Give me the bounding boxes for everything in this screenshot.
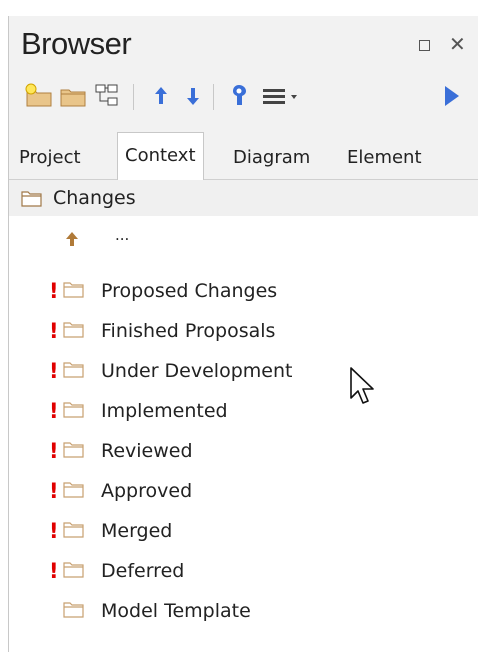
folder-icon bbox=[63, 402, 84, 418]
mouse-cursor-icon bbox=[350, 367, 374, 404]
tree-item[interactable]: ! Approved bbox=[9, 476, 478, 506]
flag-icon: ! bbox=[49, 439, 59, 463]
flag-icon: ! bbox=[49, 279, 59, 303]
flag-icon: ! bbox=[49, 359, 59, 383]
flag-icon: ! bbox=[49, 519, 59, 543]
structure-icon[interactable] bbox=[93, 82, 121, 110]
folder-icon bbox=[63, 562, 84, 578]
panel-title: Browser bbox=[21, 26, 132, 61]
folder-icon bbox=[63, 282, 84, 298]
title-bar: Browser ✕ bbox=[9, 16, 478, 74]
tree-item[interactable]: ! Deferred bbox=[9, 556, 478, 586]
tree-item-label: Proposed Changes bbox=[101, 280, 278, 302]
tree-item-label: Approved bbox=[101, 480, 193, 502]
folder-icon bbox=[63, 522, 84, 538]
folder-icon bbox=[21, 191, 42, 207]
move-down-icon[interactable] bbox=[179, 82, 207, 110]
move-up-icon[interactable] bbox=[147, 82, 175, 110]
folder-icon[interactable] bbox=[59, 82, 87, 110]
tab-project[interactable]: Project bbox=[19, 136, 81, 180]
toolbar-separator bbox=[213, 84, 214, 110]
tree-root-label: Changes bbox=[53, 187, 136, 209]
tree-parent-link[interactable]: ... bbox=[9, 224, 478, 254]
tree-item[interactable]: ! Proposed Changes bbox=[9, 276, 478, 306]
up-arrow-icon bbox=[66, 232, 78, 246]
new-package-icon[interactable] bbox=[25, 82, 53, 110]
tree-item-label: Model Template bbox=[101, 600, 251, 622]
folder-icon bbox=[63, 602, 84, 618]
play-icon[interactable] bbox=[437, 82, 465, 110]
tab-context[interactable]: Context bbox=[117, 132, 204, 181]
tab-element[interactable]: Element bbox=[347, 136, 422, 180]
tree-root-row[interactable]: Changes bbox=[9, 180, 478, 216]
folder-icon bbox=[63, 482, 84, 498]
tree-item[interactable]: ! Finished Proposals bbox=[9, 316, 478, 346]
tree-item-label: Deferred bbox=[101, 560, 185, 582]
tree-item[interactable]: Model Template bbox=[9, 596, 478, 626]
menu-icon[interactable] bbox=[261, 82, 301, 110]
folder-icon bbox=[63, 442, 84, 458]
folder-icon bbox=[63, 362, 84, 378]
folder-icon bbox=[63, 322, 84, 338]
tree-item-label: Merged bbox=[101, 520, 173, 542]
flag-icon: ! bbox=[49, 319, 59, 343]
tab-diagram[interactable]: Diagram bbox=[233, 136, 310, 180]
tree-item[interactable]: ! Reviewed bbox=[9, 436, 478, 466]
locate-icon[interactable] bbox=[225, 82, 253, 110]
tree-item[interactable]: ! Merged bbox=[9, 516, 478, 546]
restore-icon[interactable] bbox=[419, 40, 430, 51]
browser-panel: Browser ✕ Project Context Diagram Elemen… bbox=[8, 16, 478, 652]
close-icon[interactable]: ✕ bbox=[449, 34, 466, 54]
flag-icon: ! bbox=[49, 479, 59, 503]
tree-item[interactable]: ! Implemented bbox=[9, 396, 478, 426]
tab-bar: Project Context Diagram Element bbox=[9, 120, 478, 181]
toolbar bbox=[9, 74, 478, 120]
tree-item[interactable]: ! Under Development bbox=[9, 356, 478, 386]
tree-item-label: Under Development bbox=[101, 360, 293, 382]
tree-item-label: Implemented bbox=[101, 400, 228, 422]
toolbar-separator bbox=[133, 84, 134, 110]
flag-icon: ! bbox=[49, 399, 59, 423]
flag-icon: ! bbox=[49, 559, 59, 583]
tree-item-label: Reviewed bbox=[101, 440, 193, 462]
tree-item-label: Finished Proposals bbox=[101, 320, 276, 342]
